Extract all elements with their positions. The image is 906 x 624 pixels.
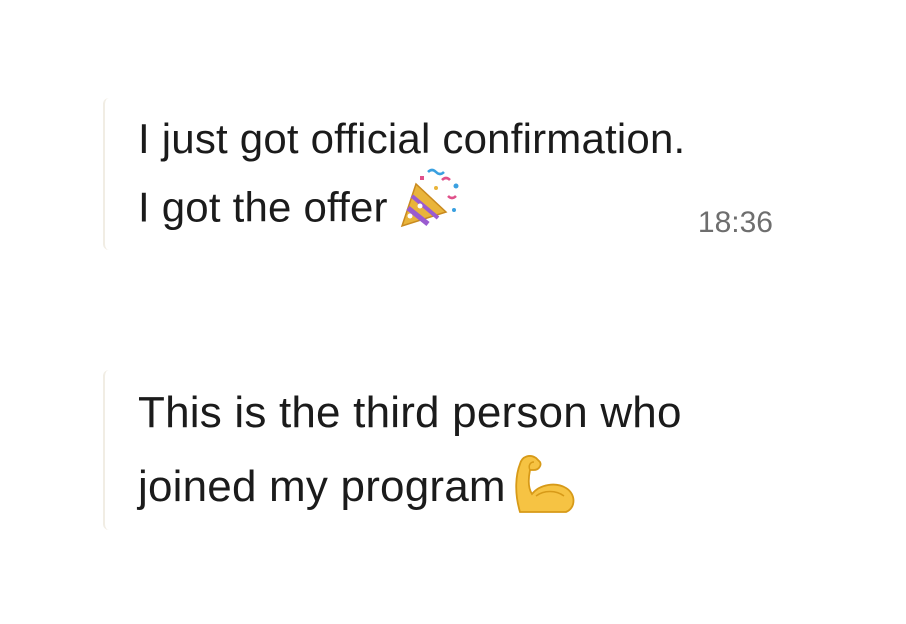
message-line-text: joined my program	[138, 462, 506, 512]
message-bubble[interactable]: I just got official confirmation. I got …	[103, 98, 795, 250]
party-popper-icon	[398, 166, 464, 247]
message-text: This is the third person who joined my p…	[138, 380, 682, 533]
message-text: I just got official confirmation. I got …	[138, 108, 685, 251]
message-timestamp: 18:36	[697, 206, 773, 239]
chat-area: I just got official confirmation. I got …	[0, 0, 906, 624]
message-line-text: I got the offer	[138, 183, 388, 231]
message-line: I got the offer	[138, 168, 685, 251]
message-line: I just got official confirmation.	[138, 115, 686, 162]
flexed-biceps-icon	[510, 448, 578, 535]
message-bubble[interactable]: This is the third person who joined my p…	[103, 370, 795, 530]
message-line: This is the third person who	[138, 388, 682, 437]
message-line: joined my program	[138, 446, 682, 533]
